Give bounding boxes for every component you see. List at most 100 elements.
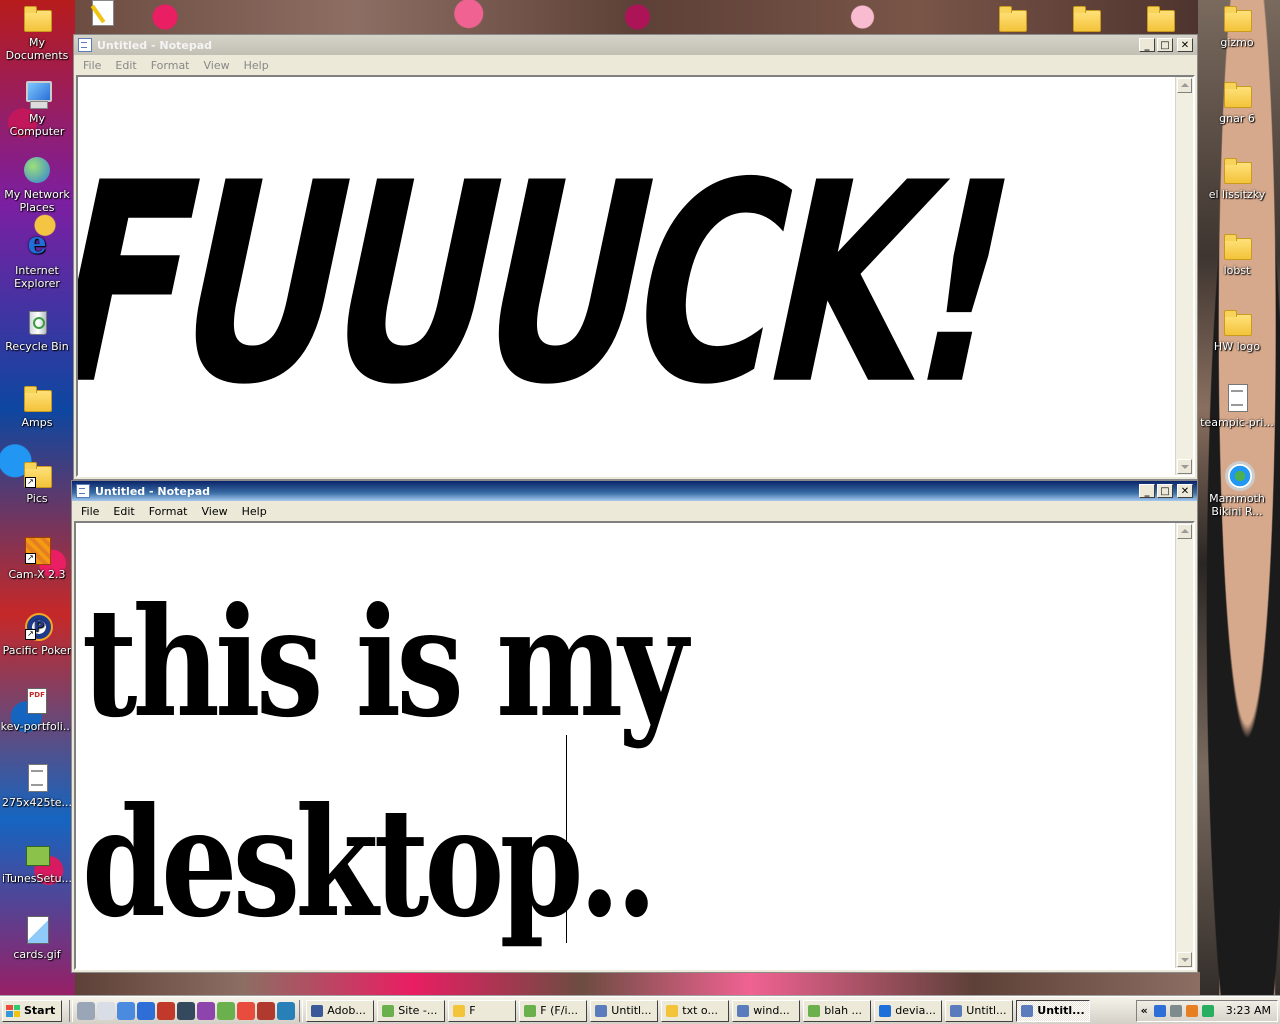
text-area[interactable]: FUUUCK! [76,75,1195,477]
quicklaunch-desktop-icon[interactable] [77,1001,96,1020]
quicklaunch-ie-icon[interactable] [117,1001,136,1020]
desktop-icon-cam-x[interactable]: ↗ Cam-X 2.3 [0,534,74,581]
maximize-button[interactable]: □ [1157,38,1173,52]
tray-volume-icon[interactable] [1169,1004,1182,1017]
desktop-icon-my-computer[interactable]: My Computer [0,78,74,138]
notepad-window-1[interactable]: Untitled - Notepad _ □ ✕ File Edit Forma… [73,34,1198,480]
desktop-icon-amps[interactable]: Amps [0,382,74,429]
minimize-button[interactable]: _ [1139,484,1155,498]
menu-edit[interactable]: Edit [106,505,141,518]
desktop-icon-label: 275x425te... [1,796,73,809]
scroll-up-button[interactable] [1177,524,1192,539]
desktop-icon-label: lobst [1223,264,1251,277]
quicklaunch-dreamweaver-icon[interactable] [217,1001,236,1020]
menu-format[interactable]: Format [144,59,197,72]
window-titlebar[interactable]: Untitled - Notepad _ □ ✕ [72,481,1197,501]
desktop-icon-my-network-places[interactable]: My Network Places [0,154,74,214]
desktop-icon-teampic[interactable]: teampic-pri... [1200,382,1274,429]
menu-file[interactable]: File [74,505,106,518]
desktop-icon-el-lissitzky[interactable]: el lissitzky [1200,154,1274,201]
quicklaunch-flash-icon[interactable] [237,1001,256,1020]
taskbar-button[interactable]: blah ... [803,999,872,1022]
maximize-button[interactable]: □ [1157,484,1173,498]
desktop-icon-gizmo[interactable]: gizmo [1200,2,1274,49]
desktop-icon-label: Pacific Poker [2,644,72,657]
vertical-scrollbar[interactable] [1175,77,1193,475]
menu-edit[interactable]: Edit [108,59,143,72]
notepad-icon [1021,1004,1034,1017]
menu-view[interactable]: View [197,59,237,72]
dreamweaver-icon [382,1004,395,1017]
tray-expand-icon[interactable]: « [1141,1004,1148,1017]
quicklaunch-notepad-icon[interactable] [97,1001,116,1020]
quicklaunch-app-icon[interactable] [157,1001,176,1020]
desktop-icon-itunes-setup[interactable]: iTunesSetu... [0,838,74,885]
scroll-up-button[interactable] [1177,78,1192,93]
desktop-icon-kev-portfolio[interactable]: kev-portfoli... [0,686,74,733]
taskbar-button[interactable]: wind... [732,999,801,1022]
desktop-icon-pacific-poker[interactable]: ↗ Pacific Poker [0,610,74,657]
scroll-down-button[interactable] [1177,459,1192,474]
text-caret [566,735,567,943]
desktop-icon-hw-logo[interactable]: HW logo [1200,306,1274,353]
desktop-icon-folder-top-1[interactable] [990,2,1034,36]
desktop-icon-pencil-file[interactable] [82,0,122,32]
desktop-icon-label: Mammoth Bikini R... [1209,492,1265,518]
desktop-icon-folder-top-3[interactable] [1138,2,1182,36]
desktop-icon-my-documents[interactable]: My Documents [0,2,74,62]
desktop-icon-label: My Computer [9,112,65,138]
shortcut-arrow-icon: ↗ [25,553,36,564]
taskbar-button[interactable]: Site -... [377,999,446,1022]
folder-icon [1221,78,1253,110]
desktop-icon-internet-explorer[interactable]: Internet Explorer [0,226,74,290]
desktop-icon-mammoth-bikini[interactable]: Mammoth Bikini R... [1200,458,1274,518]
notepad-window-2[interactable]: Untitled - Notepad _ □ ✕ File Edit Forma… [71,480,1198,973]
dreamweaver-icon [524,1004,537,1017]
taskbar-button[interactable]: txt o... [661,999,730,1022]
desktop-icon-gnar-6[interactable]: gnar 6 [1200,78,1274,125]
desktop-icon-folder-top-2[interactable] [1064,2,1108,36]
close-button[interactable]: ✕ [1177,484,1193,498]
tray-network-icon[interactable] [1153,1004,1166,1017]
app-shortcut-icon: ↗ [21,534,53,566]
desktop-icon-cards-gif[interactable]: cards.gif [0,914,74,961]
start-button[interactable]: Start [2,999,63,1022]
tray-messenger-icon[interactable] [1185,1004,1198,1017]
quicklaunch-app4-icon[interactable] [257,1001,276,1020]
taskbar-button[interactable]: Adob... [306,999,375,1022]
scroll-down-button[interactable] [1177,952,1192,967]
desktop-icon-pics[interactable]: ↗ Pics [0,458,74,505]
taskbar-button[interactable]: Untitl... [590,999,659,1022]
desktop-icon-label: cards.gif [13,948,61,961]
menu-help[interactable]: Help [237,59,276,72]
desktop-icon-275x425[interactable]: 275x425te... [0,762,74,809]
taskbar: Start Adob... Site -... F F (F/i... Unti… [0,996,1280,1024]
taskbar-button[interactable]: devia... [874,999,943,1022]
quicklaunch-ie2-icon[interactable] [137,1001,156,1020]
menu-view[interactable]: View [195,505,235,518]
menu-format[interactable]: Format [142,505,195,518]
menu-help[interactable]: Help [235,505,274,518]
taskbar-button[interactable]: F [448,999,517,1022]
desktop-icon-recycle-bin[interactable]: Recycle Bin [0,306,74,353]
desktop-icon-label: Internet Explorer [14,264,60,290]
clock[interactable]: 3:23 AM [1226,1004,1271,1017]
text-area[interactable]: this is my desktop.. [74,521,1195,970]
system-tray: « 3:23 AM [1135,999,1278,1022]
quicklaunch-app3-icon[interactable] [197,1001,216,1020]
close-button[interactable]: ✕ [1177,38,1193,52]
quicklaunch-app5-icon[interactable] [277,1001,296,1020]
wallpaper-bottom-strip [75,972,1200,996]
taskbar-button[interactable]: F (F/i... [519,999,588,1022]
folder-icon [21,382,53,414]
desktop-icon-lobst[interactable]: lobst [1200,230,1274,277]
window-titlebar[interactable]: Untitled - Notepad _ □ ✕ [74,35,1197,55]
tray-signal-icon[interactable] [1201,1004,1214,1017]
taskbar-button[interactable]: Untitl... [945,999,1014,1022]
vertical-scrollbar[interactable] [1175,523,1193,968]
task-label: Untitl... [1037,1004,1085,1017]
taskbar-button-active[interactable]: Untitl... [1016,999,1091,1022]
quicklaunch-app2-icon[interactable] [177,1001,196,1020]
menu-file[interactable]: File [76,59,108,72]
minimize-button[interactable]: _ [1139,38,1155,52]
